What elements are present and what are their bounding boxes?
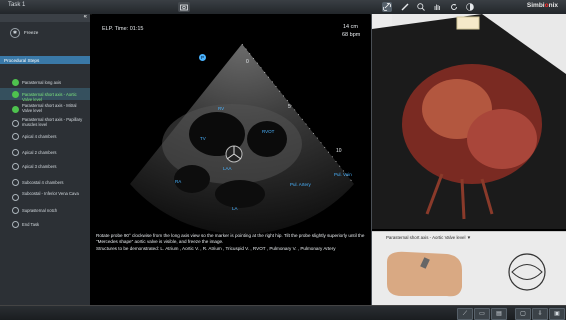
instruction-text: Rotate probe 90° clockwise from the long…	[96, 233, 366, 252]
instruction-line-2: Structures to be demonstrated: L. Atrium…	[96, 245, 336, 251]
snowflake-icon: ✱	[10, 28, 20, 38]
step-empty-icon	[12, 132, 19, 140]
elapsed-time: ELP. Time: 01:15	[102, 26, 144, 32]
procedural-steps-header: Procedural Steps	[0, 56, 90, 64]
procedural-step-item[interactable]: Parasternal long axis	[0, 76, 90, 88]
step-empty-icon	[12, 148, 19, 156]
step-complete-icon	[12, 105, 19, 113]
label-ra: RA	[175, 179, 182, 184]
collapse-sidebar-icon[interactable]: «	[84, 14, 87, 20]
procedural-step-label: Apical 2 chambers	[22, 149, 57, 155]
procedural-step-label: Parasternal long axis	[22, 79, 62, 85]
bottom-toolbar: ⟋ ▭ ▤ ▢ ⇩ ▣	[0, 305, 566, 320]
step-empty-icon	[12, 162, 19, 170]
orientation-marker: P	[199, 54, 206, 61]
freeze-label: Freeze	[24, 30, 39, 35]
view-selector-panel: Parasternal short axis - Aortic Valve le…	[372, 231, 566, 306]
procedural-step-item[interactable]: Subcostal 4 chambers	[0, 176, 90, 188]
step-empty-icon	[12, 178, 19, 186]
step-complete-icon	[12, 90, 19, 98]
ultrasound-image	[130, 43, 355, 235]
hand-icon[interactable]	[432, 2, 442, 12]
depth-mark-10: 10	[336, 148, 342, 154]
probe-icon[interactable]	[400, 2, 410, 12]
label-rvot: RVOT	[262, 129, 275, 134]
top-toolbar: Task 1 Simbionix	[0, 0, 566, 15]
procedural-step-item[interactable]: Parasternal short axis - Papillary muscl…	[0, 116, 90, 130]
sidebar-header: «	[0, 14, 90, 22]
step-complete-icon	[12, 78, 19, 86]
label-rv: RV	[218, 106, 225, 111]
procedural-step-item[interactable]: Subcostal - Inferior Vena Cava	[0, 190, 90, 204]
heart-model-image	[372, 14, 566, 229]
instruction-line-1: Rotate probe 90° clockwise from the long…	[96, 233, 365, 245]
step-empty-icon	[12, 220, 19, 228]
procedural-step-item[interactable]: Apical 3 chambers	[0, 160, 90, 172]
procedural-step-item[interactable]: Suprasternal notch	[0, 204, 90, 216]
label-pul-vein: Pul. Vein	[334, 172, 352, 177]
step-empty-icon	[12, 193, 19, 201]
ultrasound-view[interactable]: ELP. Time: 01:15 14 cm 68 bpm P 0 5 10 R…	[92, 14, 370, 243]
step-empty-icon	[12, 206, 19, 214]
rotate-icon[interactable]	[449, 2, 459, 12]
procedural-step-label: Parasternal short axis - Papillary muscl…	[22, 117, 83, 127]
link-icon[interactable]	[382, 2, 392, 12]
procedural-step-item[interactable]: Parasternal short axis - Aortic Valve le…	[0, 88, 90, 102]
label-laa: LAA	[223, 166, 232, 171]
lock-icon[interactable]: ▤	[491, 308, 507, 320]
step-empty-icon	[12, 119, 19, 127]
screen-record-icon[interactable]: ▭	[474, 308, 490, 320]
brand-logo: Simbionix	[526, 2, 558, 9]
window-icon[interactable]: ▢	[515, 308, 531, 320]
procedural-step-label: Parasternal short axis - Mitral Valve le…	[22, 103, 77, 113]
freeze-button[interactable]: ✱ Freeze	[0, 26, 90, 40]
camera-icon[interactable]	[178, 2, 190, 12]
probe-tool-icon[interactable]: ⟋	[457, 308, 473, 320]
depth-mark-5: 5	[288, 104, 291, 110]
window-title: Task 1	[8, 2, 26, 8]
procedural-step-label: Subcostal - Inferior Vena Cava	[22, 191, 79, 196]
heart-3d-view[interactable]	[372, 14, 566, 229]
procedural-step-item[interactable]: Parasternal short axis - Mitral Valve le…	[0, 102, 90, 116]
export-icon[interactable]: ⇩	[532, 308, 548, 320]
procedural-step-label: Suprasternal notch	[22, 207, 58, 213]
depth-readout: 14 cm	[343, 24, 358, 30]
procedural-step-label: Apical 3 chambers	[22, 163, 57, 169]
label-la: LA	[232, 206, 238, 211]
label-pul-artery: Pul. Artery	[290, 182, 311, 187]
label-tv: TV	[200, 136, 206, 141]
procedural-step-label: Parasternal short axis - Aortic Valve le…	[22, 91, 77, 102]
procedural-step-item[interactable]: End Task	[0, 218, 90, 230]
procedural-step-label: Apical 4 chambers	[22, 133, 57, 139]
save-icon[interactable]: ▣	[549, 308, 565, 320]
procedural-step-label: End Task	[22, 221, 40, 227]
zoom-in-icon[interactable]	[416, 2, 426, 12]
procedural-step-label: Subcostal 4 chambers	[22, 179, 64, 185]
heart-rate: 68 bpm	[342, 32, 361, 38]
half-moon-icon[interactable]	[465, 2, 475, 12]
procedural-step-item[interactable]: Apical 2 chambers	[0, 146, 90, 158]
procedural-step-item[interactable]: Apical 4 chambers	[0, 130, 90, 142]
depth-mark-0: 0	[246, 59, 249, 65]
view-selector-graphics	[387, 251, 546, 297]
